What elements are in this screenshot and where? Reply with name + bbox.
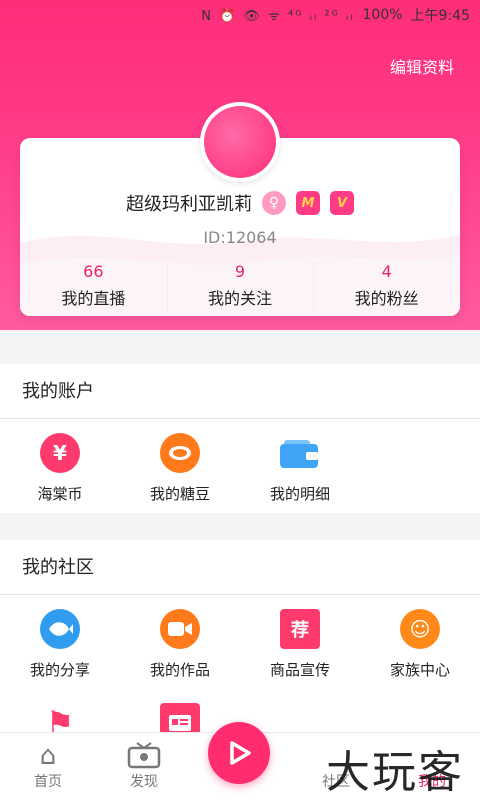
item-label: 商品宣传 bbox=[269, 661, 330, 679]
community-item-promo[interactable]: 荐 商品宣传 bbox=[240, 595, 360, 689]
nav-discover[interactable]: 发现 bbox=[96, 733, 192, 801]
nav-label: 首页 bbox=[34, 774, 62, 790]
community-item-flag[interactable]: ⚑ bbox=[0, 689, 120, 732]
community-item-share[interactable]: 我的分享 bbox=[0, 595, 120, 689]
tv-icon bbox=[127, 741, 161, 771]
battery-level: 100% bbox=[362, 7, 403, 23]
item-label: 我的糖豆 bbox=[149, 485, 210, 503]
user-name: 超级玛利亚凯莉 bbox=[126, 194, 252, 215]
profile-stats: 66 我的直播 9 我的关注 4 我的粉丝 bbox=[20, 260, 460, 316]
id-card-icon bbox=[160, 703, 200, 732]
play-icon bbox=[230, 741, 251, 765]
community-section: 我的社区 我的分享 我的作品 荐 商品宣传 ☺ 家族中心 ⚑ bbox=[0, 540, 480, 732]
female-gender-icon: ♀ bbox=[262, 191, 286, 215]
stat-value: 4 bbox=[381, 262, 392, 281]
stat-label: 我的直播 bbox=[61, 289, 126, 308]
user-id: ID:12064 bbox=[203, 228, 277, 247]
stat-value: 9 bbox=[234, 262, 246, 281]
video-icon bbox=[160, 609, 200, 649]
account-item-coins[interactable]: ¥ 海棠币 bbox=[0, 419, 120, 513]
bean-icon bbox=[160, 433, 200, 473]
avatar-image bbox=[204, 106, 276, 178]
member-level-icon: M bbox=[296, 191, 320, 215]
avatar[interactable] bbox=[200, 102, 280, 182]
community-item-family[interactable]: ☺ 家族中心 bbox=[360, 595, 480, 689]
flag-icon: ⚑ bbox=[45, 704, 75, 732]
account-section: 我的账户 ¥ 海棠币 我的糖豆 我的明细 bbox=[0, 364, 480, 513]
stat-label: 我的粉丝 bbox=[354, 289, 419, 308]
section-title: 我的社区 bbox=[0, 540, 480, 595]
recommend-icon: 荐 bbox=[280, 609, 320, 649]
account-item-beans[interactable]: 我的糖豆 bbox=[120, 419, 240, 513]
item-label: 我的作品 bbox=[149, 661, 210, 679]
stat-label: 我的关注 bbox=[208, 289, 273, 308]
status-icons: N ⏰ 👁 ᯤ ⁴ᴳ ᵢₗ ²ᴳ ᵢₗ bbox=[201, 9, 355, 24]
wallet-icon bbox=[280, 433, 320, 473]
stat-my-live[interactable]: 66 我的直播 bbox=[20, 260, 167, 316]
watermark-logo: 大玩客 bbox=[326, 747, 464, 798]
item-label: 我的分享 bbox=[29, 661, 90, 679]
item-label: 我的明细 bbox=[269, 485, 330, 503]
stat-following[interactable]: 9 我的关注 bbox=[166, 260, 314, 316]
edit-profile-link[interactable]: 编辑资料 bbox=[390, 54, 454, 78]
account-item-details[interactable]: 我的明细 bbox=[240, 419, 360, 513]
live-play-button[interactable] bbox=[208, 722, 270, 784]
community-item-works[interactable]: 我的作品 bbox=[120, 595, 240, 689]
name-row: 超级玛利亚凯莉 ♀ M V bbox=[20, 190, 460, 216]
home-icon: ⌂ bbox=[39, 741, 57, 771]
status-bar: N ⏰ 👁 ᯤ ⁴ᴳ ᵢₗ ²ᴳ ᵢₗ 100% 上午9:45 bbox=[0, 0, 480, 30]
item-label: 家族中心 bbox=[389, 661, 450, 679]
share-fish-icon bbox=[40, 609, 80, 649]
yen-icon: ¥ bbox=[40, 433, 80, 473]
stat-fans[interactable]: 4 我的粉丝 bbox=[313, 260, 460, 316]
vip-level-icon: V bbox=[330, 191, 354, 215]
section-title: 我的账户 bbox=[0, 364, 480, 419]
nav-label: 发现 bbox=[130, 774, 158, 790]
item-label: 海棠币 bbox=[37, 485, 83, 503]
family-icon: ☺ bbox=[400, 609, 440, 649]
stat-value: 66 bbox=[83, 262, 104, 281]
community-grid: 我的分享 我的作品 荐 商品宣传 ☺ 家族中心 ⚑ bbox=[0, 595, 480, 732]
nav-home[interactable]: ⌂ 首页 bbox=[0, 733, 96, 801]
clock: 上午9:45 bbox=[410, 8, 470, 24]
account-grid: ¥ 海棠币 我的糖豆 我的明细 bbox=[0, 419, 480, 513]
